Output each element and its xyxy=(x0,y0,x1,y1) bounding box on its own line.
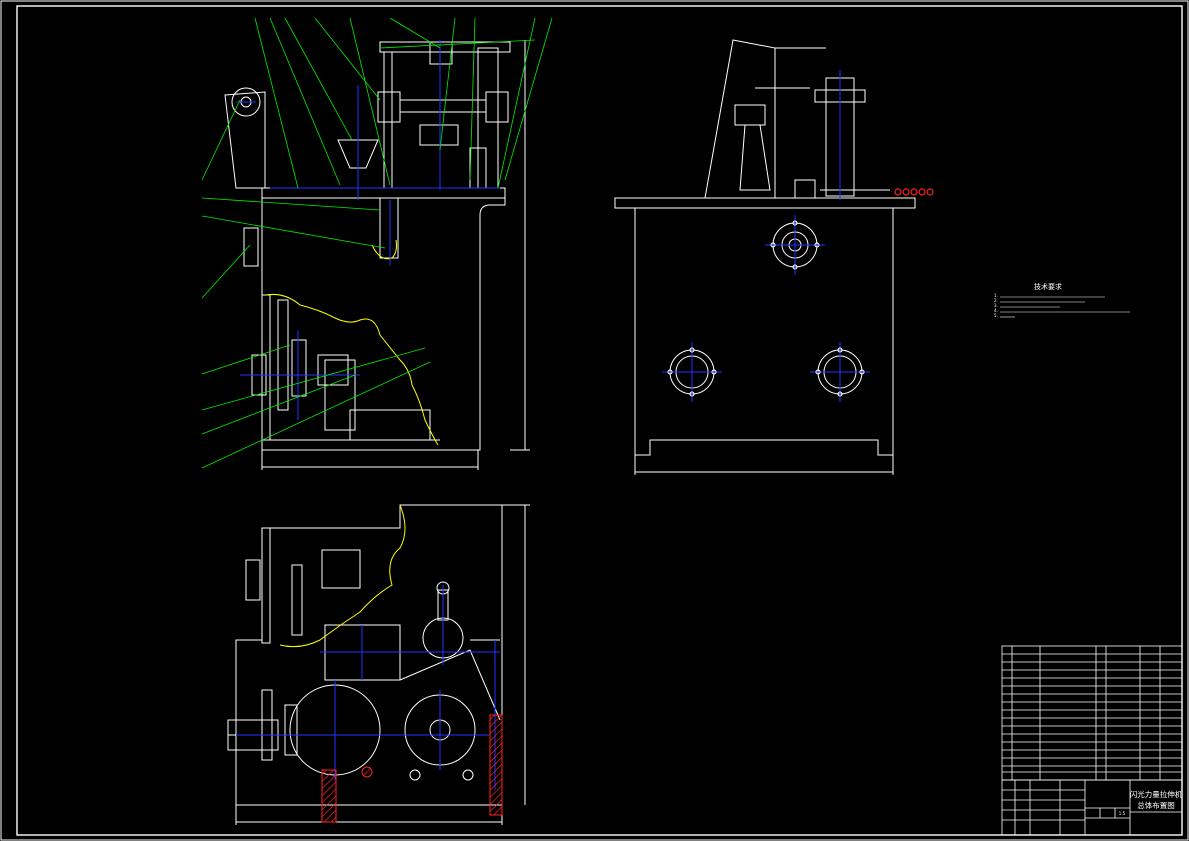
bom-frame xyxy=(1001,645,1183,781)
top-plate xyxy=(614,197,916,209)
leader-lines xyxy=(201,17,553,469)
slide-block xyxy=(485,91,509,123)
inner-border xyxy=(16,5,1183,836)
drawing-sheet: 技术要求 1. 2. 3. 4. 5. 闪光力量拉伸机 总体布置图 1:5 xyxy=(0,0,1189,841)
caster xyxy=(409,769,421,781)
leader-line xyxy=(314,17,381,101)
pulley xyxy=(291,564,303,636)
column xyxy=(383,51,393,189)
leader-line xyxy=(201,347,426,411)
bracket xyxy=(794,179,816,199)
leader-line xyxy=(379,39,536,49)
leader-line xyxy=(389,17,441,49)
leader-line xyxy=(497,17,536,189)
side-view xyxy=(614,39,916,475)
break-line xyxy=(371,239,397,260)
leader-line xyxy=(201,344,291,375)
side-wall-section xyxy=(261,527,271,644)
technical-note-line: 5. xyxy=(994,313,998,318)
pulley xyxy=(291,339,307,397)
top-center-lines xyxy=(236,585,500,790)
leader-line xyxy=(284,17,353,141)
leader-line xyxy=(201,197,381,211)
pulley xyxy=(277,299,289,411)
hatched-chain xyxy=(894,188,934,196)
handwheel xyxy=(243,227,259,267)
drawing-name: 总体布置图 xyxy=(1137,800,1175,810)
top-plate xyxy=(261,187,506,199)
motor-base xyxy=(349,409,431,441)
hatched-section xyxy=(321,769,337,823)
linkage xyxy=(399,649,501,721)
leader-line xyxy=(254,17,299,189)
top-view xyxy=(227,504,530,825)
bearing xyxy=(284,704,298,756)
bill-of-materials xyxy=(1001,645,1183,781)
slide-block xyxy=(377,91,401,123)
column xyxy=(477,47,499,189)
clamp-block xyxy=(419,124,459,146)
front-center-lines xyxy=(236,40,500,420)
scale-value: 1:5 xyxy=(1119,811,1126,816)
leader-line xyxy=(439,17,456,151)
cabinet-outline xyxy=(634,208,894,456)
front-view xyxy=(224,40,530,470)
motor xyxy=(321,549,361,589)
side-center-lines xyxy=(662,70,870,402)
clamp-block xyxy=(734,104,766,126)
shaft-housing xyxy=(379,197,399,259)
technical-notes: 技术要求 1. 2. 3. 4. 5. xyxy=(994,282,1130,318)
hatched-section xyxy=(361,766,373,778)
leader-line xyxy=(201,99,241,181)
leader-line xyxy=(201,215,386,249)
hatched-section xyxy=(489,714,503,816)
leader-line xyxy=(201,244,251,299)
product-name: 闪光力量拉伸机 xyxy=(1130,789,1183,799)
handwheel xyxy=(245,559,261,601)
leader-line xyxy=(504,17,553,181)
outer-border xyxy=(0,0,1189,841)
bolt-holes xyxy=(667,220,865,397)
technical-notes-title: 技术要求 xyxy=(1034,282,1062,291)
funnel xyxy=(739,124,771,191)
leader-line xyxy=(269,17,341,186)
caster xyxy=(462,769,474,781)
